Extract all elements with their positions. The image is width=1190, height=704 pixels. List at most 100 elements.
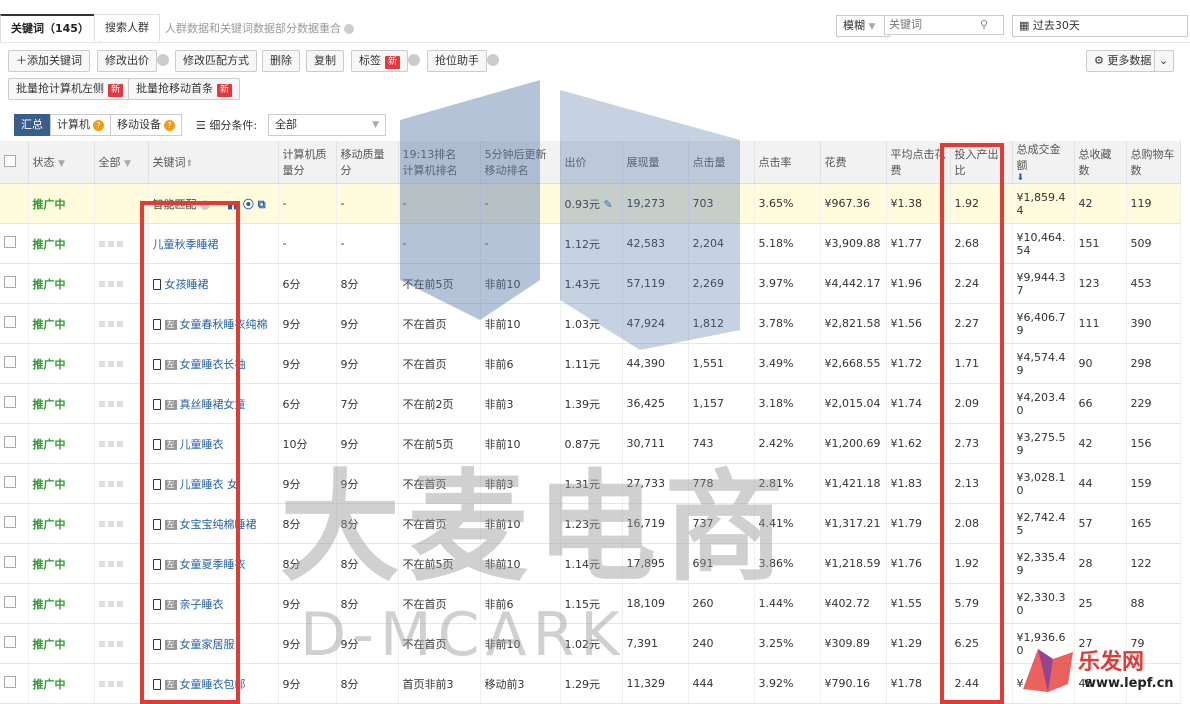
bid-value[interactable]: 1.02元 [565, 638, 601, 651]
checkbox[interactable] [4, 236, 16, 248]
batch-pc-left-button[interactable]: 批量抢计算机左侧新 [8, 78, 132, 100]
checkbox[interactable] [4, 316, 16, 328]
checkbox[interactable] [4, 396, 16, 408]
mobile-rank: 非前10 [484, 517, 521, 531]
modify-match-button[interactable]: 修改匹配方式 [175, 50, 257, 72]
table-row[interactable]: 推广中 儿童秋季睡裙 - - - - 1.12元 42,583 2,204 5.18% ¥3,909… [0, 223, 1181, 264]
checkbox[interactable] [4, 636, 16, 648]
segment-mobile[interactable]: 移动设备? [110, 114, 182, 136]
select-all-header[interactable] [0, 141, 29, 184]
table-row[interactable]: 推广中左女童家居服 9分 9分 不在首页 非前10 1.02元 7,391 240 3.25% ¥… [0, 623, 1181, 664]
table-row[interactable]: 推广中左女宝宝纯棉睡裙 8分 8分 不在首页 非前10 1.23元 16,719 737 4.4… [0, 503, 1181, 544]
segment-all[interactable]: 汇总 [14, 114, 50, 136]
pc-quality-header[interactable]: 计算机质量分 [278, 141, 337, 184]
table-row[interactable]: 推广中左儿童睡衣 10分 9分 不在前5页 非前10 0.87元 30,711 743 2.42… [0, 423, 1181, 464]
checkbox[interactable] [4, 676, 16, 688]
impressions-header[interactable]: 展现量 [622, 141, 689, 184]
table-row[interactable]: 推广中左女童夏季睡衣 8分 8分 不在前5页 非前10 1.14元 17,895 691 3.8… [0, 543, 1181, 584]
table-row[interactable]: 推广中左亲子睡衣 9分 8分 不在首页 非前6 1.15元 18,109 260 1.44% ¥4… [0, 583, 1181, 624]
tag-button[interactable]: 标签新 [351, 50, 409, 72]
keyword-link[interactable]: 儿童秋季睡裙 [153, 238, 219, 251]
batch-mobile-first-button[interactable]: 批量抢移动首条新 [128, 78, 241, 100]
bid-value[interactable]: 1.29元 [565, 678, 601, 691]
bid-value[interactable]: 1.03元 [565, 318, 601, 331]
keyword-link[interactable]: 女童夏季睡衣 [180, 558, 246, 571]
help-icon[interactable] [487, 54, 499, 66]
report-icons[interactable]: ▮▮ ⦿ ⧉ [227, 198, 266, 211]
cpc-header[interactable]: 平均点击花费 [886, 141, 951, 184]
checkbox[interactable] [4, 596, 16, 608]
help-icon[interactable] [157, 54, 169, 66]
delete-button[interactable]: 删除 [262, 50, 300, 72]
gmv-header[interactable]: 总成交金额 ⬇ [1012, 141, 1075, 184]
all-filter-header[interactable]: 全部 ▼ [94, 141, 149, 184]
tab-keywords[interactable]: 关键词（145） [0, 14, 100, 42]
copy-button[interactable]: 复制 [306, 50, 344, 72]
segment-pc[interactable]: 计算机? [50, 114, 111, 136]
table-row[interactable]: 推广中左女童春秋睡衣纯棉 9分 9分 不在首页 非前10 1.03元 47,924 1,812… [0, 303, 1181, 344]
keyword-link[interactable]: 女童睡衣包邮 [180, 678, 246, 691]
mobile-rank: 非前10 [484, 277, 521, 291]
bid-value[interactable]: 1.14元 [565, 558, 601, 571]
bid-value[interactable]: 1.11元 [565, 358, 601, 371]
bid-value[interactable]: 1.15元 [565, 598, 601, 611]
bid-value[interactable]: 1.31元 [565, 478, 601, 491]
bid-value[interactable]: 1.43元 [565, 278, 601, 291]
keyword-link[interactable]: 儿童睡衣 [180, 438, 224, 451]
table-row[interactable]: 推广中左女童睡衣长袖 9分 9分 不在首页 非前6 1.11元 44,390 1,551 3.4… [0, 343, 1181, 384]
keyword-header[interactable]: 关键词⬆ [148, 141, 279, 184]
bid-value[interactable]: 1.39元 [565, 398, 601, 411]
checkbox[interactable] [4, 154, 16, 167]
tab-search-crowd[interactable]: 搜索人群 [94, 14, 160, 41]
table-row[interactable]: 推广中左真丝睡裙女童 6分 7分 不在前2页 非前3 1.39元 36,425 1,157 3.… [0, 383, 1181, 424]
keyword-link[interactable]: 亲子睡衣 [180, 598, 224, 611]
cart-header[interactable]: 总购物车数 [1126, 141, 1181, 184]
checkbox[interactable] [4, 276, 16, 288]
keyword-link[interactable]: 女孩睡裙 [165, 278, 209, 291]
clicks-header[interactable]: 点击量 [688, 141, 755, 184]
roi-header[interactable]: 投入产出比 [950, 141, 1013, 184]
keyword-link[interactable]: 儿童睡衣 女 [180, 478, 239, 491]
bid-header[interactable]: 出价 [560, 141, 623, 184]
keyword-link[interactable]: 女童春秋睡衣纯棉 [180, 318, 268, 331]
checkbox[interactable] [4, 556, 16, 568]
smart-match-row[interactable]: 推广中 智能匹配 ▮▮ ⦿ ⧉ - - - -0.93元 ✎ 19,273 703 3.65% ¥… [0, 183, 1181, 224]
pencil-icon[interactable]: ✎ [604, 198, 613, 211]
checkbox[interactable] [4, 516, 16, 528]
help-icon[interactable] [344, 24, 354, 34]
table-row[interactable]: 推广中 女孩睡裙 6分 8分 不在前5页 非前10 1.43元 57,119 2,269 3.97… [0, 263, 1181, 304]
checkbox[interactable] [4, 476, 16, 488]
bid-value[interactable]: 0.93元 [565, 198, 601, 211]
help-icon[interactable] [199, 199, 210, 210]
more-data-dropdown[interactable]: ⌄ [1154, 50, 1174, 72]
pc-rank: 不在首页 [402, 637, 447, 651]
match-mode-select[interactable]: 模糊 ▼ [836, 15, 890, 37]
date-range-button[interactable]: ▦ 过去30天 [1012, 15, 1188, 37]
table-row[interactable]: 推广中左儿童睡衣 女 9分 9分 不在首页 非前3 1.31元 27,733 778 2.81%… [0, 463, 1181, 504]
add-keyword-button[interactable]: ＋添加关键词 [8, 50, 90, 72]
checkbox[interactable] [4, 356, 16, 368]
segment-condition-select[interactable]: 全部 ▼ [268, 114, 386, 136]
bid-value[interactable]: 0.87元 [565, 438, 601, 451]
ctr-header[interactable]: 点击率 [754, 141, 821, 184]
search-icon[interactable]: ⚲ [980, 18, 988, 31]
gmv: ¥3,028.10 [1016, 470, 1066, 497]
pc-icon: 左 [164, 319, 177, 330]
keyword-link[interactable]: 女童睡衣长袖 [180, 358, 246, 371]
keyword-link[interactable]: 女宝宝纯棉睡裙 [180, 518, 257, 531]
checkbox[interactable] [4, 436, 16, 448]
modify-bid-button[interactable]: 修改出价 [97, 50, 157, 72]
rank-assistant-button[interactable]: 抢位助手 [427, 50, 487, 72]
status-header[interactable]: 状态 ▼ [28, 141, 95, 184]
keyword-link[interactable]: 真丝睡裙女童 [180, 398, 246, 411]
help-icon[interactable] [408, 54, 420, 66]
cost-header[interactable]: 花费 [820, 141, 887, 184]
bid-value[interactable]: 1.12元 [565, 238, 601, 251]
bid-value[interactable]: 1.23元 [565, 518, 601, 531]
mobile-rank-header[interactable]: 5分钟后更新 移动排名 [480, 141, 561, 184]
mobile-quality-header[interactable]: 移动质量分 [336, 141, 399, 184]
table-row[interactable]: 推广中左女童睡衣包邮 9分 8分 首页非前3 移动前3 1.29元 11,329 444 3.9… [0, 663, 1181, 704]
pc-rank-header[interactable]: 19:13排名 计算机排名 [398, 141, 481, 184]
favorites-header[interactable]: 总收藏数 [1074, 141, 1127, 184]
keyword-link[interactable]: 女童家居服 [180, 638, 235, 651]
